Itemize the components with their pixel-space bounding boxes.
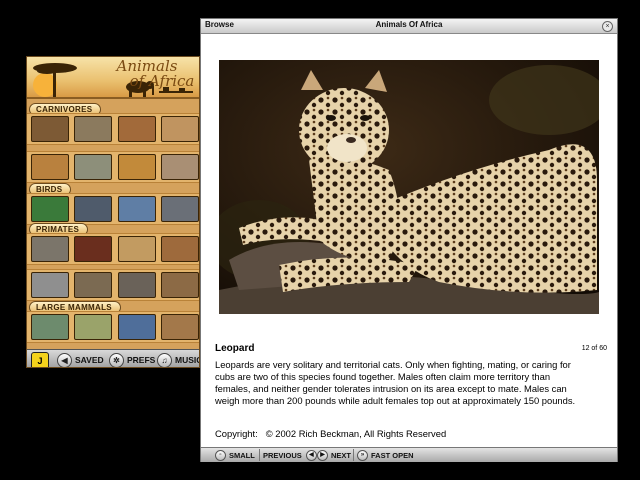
app-window: Animals of Africa CARNIVORES BIRDS PRIMA… — [26, 56, 200, 368]
thumbnail-vulture[interactable] — [161, 196, 199, 222]
thumbnail-elephant[interactable] — [31, 314, 69, 340]
thumbnail-row — [27, 113, 199, 145]
music-label: MUSIC — [175, 355, 200, 365]
thumbnail-rhino[interactable] — [74, 314, 112, 340]
thumbnail-row — [27, 151, 199, 183]
thumbnail-lion-roar[interactable] — [118, 116, 156, 142]
saved-label: SAVED — [75, 355, 104, 365]
thumbnail-leopard-face[interactable] — [118, 154, 156, 180]
thumbnail-wild-cat[interactable] — [74, 154, 112, 180]
thumbnail-cheetah[interactable] — [74, 116, 112, 142]
fast-forward-icon: » — [357, 449, 368, 461]
app-title: Animals of Africa — [97, 59, 197, 89]
arrow-right-icon: ▶ — [317, 449, 328, 461]
toolbar-divider — [259, 449, 260, 461]
image-counter: 12 of 60 — [581, 345, 607, 352]
thumbnail-row — [27, 233, 199, 265]
browse-toolbar: ▫ SMALL PREVIOUS ◀ ▶ NEXT » FAST OPEN — [201, 447, 617, 462]
leopard-image — [219, 60, 599, 314]
window-title: Animals Of Africa — [375, 20, 443, 29]
gear-icon: ✲ — [109, 352, 124, 367]
thumbnail-heron[interactable] — [74, 196, 112, 222]
previous-label: PREVIOUS — [263, 450, 302, 460]
music-note-icon: ♫ — [157, 352, 172, 367]
thumbnail-hyena[interactable] — [31, 116, 69, 142]
leopard-photo — [219, 60, 599, 314]
small-button[interactable]: ▫ SMALL — [215, 449, 255, 461]
app-banner: Animals of Africa — [27, 57, 199, 99]
thumbnail-serval[interactable] — [161, 154, 199, 180]
thumbnail-lioness[interactable] — [161, 116, 199, 142]
thumbnail-monkey-tree[interactable] — [118, 236, 156, 262]
app-title-line2: of Africa — [129, 72, 195, 90]
logo-badge[interactable]: J — [31, 352, 49, 367]
fast-open-label: FAST OPEN — [371, 450, 414, 460]
thumbnail-antelope[interactable] — [161, 272, 199, 298]
acacia-tree-graphic — [33, 63, 77, 97]
prefs-label: PREFS — [127, 355, 156, 365]
copyright-text: © 2002 Rich Beckman, All Rights Reserved — [265, 428, 447, 439]
toolbar-divider — [353, 449, 354, 461]
thumbnail-mandrill[interactable] — [74, 236, 112, 262]
thumbnail-row — [27, 193, 199, 225]
arrow-left-icon: ◀ — [305, 449, 317, 461]
shrink-icon: ▫ — [215, 449, 226, 461]
copyright-line: Copyright: © 2002 Rich Beckman, All Right… — [215, 428, 446, 439]
thumbnail-baboon[interactable] — [31, 236, 69, 262]
fast-open-button[interactable]: » FAST OPEN — [357, 449, 414, 461]
previous-button[interactable]: PREVIOUS ◀ — [263, 449, 320, 461]
small-label: SMALL — [229, 450, 255, 460]
browse-window: Browse Animals Of Africa × Leopard 12 of… — [200, 18, 618, 462]
thumbnail-eagle[interactable] — [118, 196, 156, 222]
saved-button[interactable]: ◀ SAVED — [57, 352, 104, 367]
prefs-button[interactable]: ✲ PREFS — [109, 352, 156, 367]
title-bar[interactable]: Browse Animals Of Africa × — [201, 19, 617, 34]
thumbnail-row — [27, 269, 199, 301]
copyright-label: Copyright: — [215, 428, 258, 439]
thumbnail-lion[interactable] — [31, 154, 69, 180]
thumbnail-buffalo[interactable] — [118, 272, 156, 298]
thumbnail-chimpanzee[interactable] — [161, 236, 199, 262]
thumbnail-giraffe[interactable] — [161, 314, 199, 340]
app-toolbar: J ◀ SAVED ✲ PREFS ♫ MUSIC — [27, 349, 200, 367]
next-button[interactable]: ▶ NEXT — [317, 449, 351, 461]
thumbnail-hippo[interactable] — [118, 314, 156, 340]
animal-description: Leopards are very solitary and territori… — [215, 359, 576, 406]
music-button[interactable]: ♫ MUSIC — [157, 352, 200, 367]
rewind-icon: ◀ — [57, 352, 72, 367]
thumbnail-wildebeest[interactable] — [74, 272, 112, 298]
animal-name: Leopard — [215, 343, 255, 354]
next-label: NEXT — [331, 450, 352, 460]
thumbnail-zebra[interactable] — [31, 272, 69, 298]
close-icon[interactable]: × — [602, 21, 613, 32]
thumbnail-bee-eater[interactable] — [31, 196, 69, 222]
thumbnail-row — [27, 311, 199, 343]
